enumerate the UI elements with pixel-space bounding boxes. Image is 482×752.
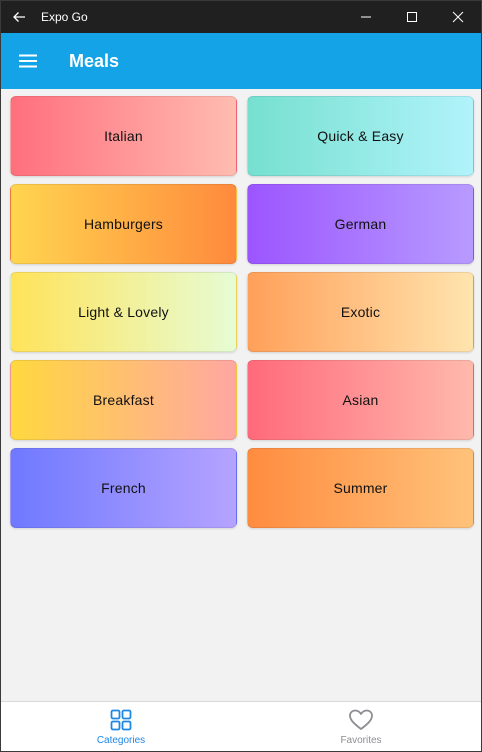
tab-favorites[interactable]: Favorites <box>241 702 481 751</box>
maximize-icon <box>407 12 417 22</box>
category-grid: Italian Quick & Easy Hamburgers German L… <box>10 96 474 528</box>
app-header: Meals <box>1 33 481 89</box>
category-tile[interactable]: Quick & Easy <box>247 96 474 176</box>
back-arrow-icon <box>13 12 25 22</box>
category-tile[interactable]: Breakfast <box>10 360 237 440</box>
category-tile[interactable]: Asian <box>247 360 474 440</box>
category-tile[interactable]: German <box>247 184 474 264</box>
category-label: Quick & Easy <box>317 128 404 144</box>
category-tile[interactable]: Summer <box>247 448 474 528</box>
minimize-button[interactable] <box>343 1 389 33</box>
category-tile[interactable]: Exotic <box>247 272 474 352</box>
app-window: Expo Go Meals Italian Quick & Easy Hambu… <box>0 0 482 752</box>
close-button[interactable] <box>435 1 481 33</box>
category-tile[interactable]: Italian <box>10 96 237 176</box>
category-tile[interactable]: Hamburgers <box>10 184 237 264</box>
category-tile[interactable]: Light & Lovely <box>10 272 237 352</box>
heart-icon <box>349 709 373 730</box>
category-label: Summer <box>333 480 388 496</box>
back-button[interactable] <box>1 1 37 33</box>
tab-categories[interactable]: Categories <box>1 702 241 751</box>
tab-label: Categories <box>96 735 146 746</box>
window-controls <box>343 1 481 33</box>
category-label: Hamburgers <box>83 216 164 232</box>
window-title: Expo Go <box>41 10 88 24</box>
hamburger-menu-icon <box>19 54 37 68</box>
bottom-tab-bar: Categories Favorites <box>1 701 481 751</box>
category-label: Italian <box>104 128 143 144</box>
menu-button[interactable] <box>1 33 55 89</box>
maximize-button[interactable] <box>389 1 435 33</box>
minimize-icon <box>361 16 371 18</box>
category-label: Exotic <box>340 304 381 320</box>
tab-label: Favorites <box>340 735 382 746</box>
category-label: French <box>101 480 146 496</box>
category-label: German <box>334 216 387 232</box>
category-label: Asian <box>342 392 379 408</box>
category-label: Breakfast <box>93 392 154 408</box>
page-title: Meals <box>69 50 120 71</box>
category-tile[interactable]: French <box>10 448 237 528</box>
category-label: Light & Lovely <box>78 304 169 320</box>
title-bar: Expo Go <box>1 1 481 33</box>
grid-icon <box>110 709 132 731</box>
close-icon <box>452 11 464 23</box>
